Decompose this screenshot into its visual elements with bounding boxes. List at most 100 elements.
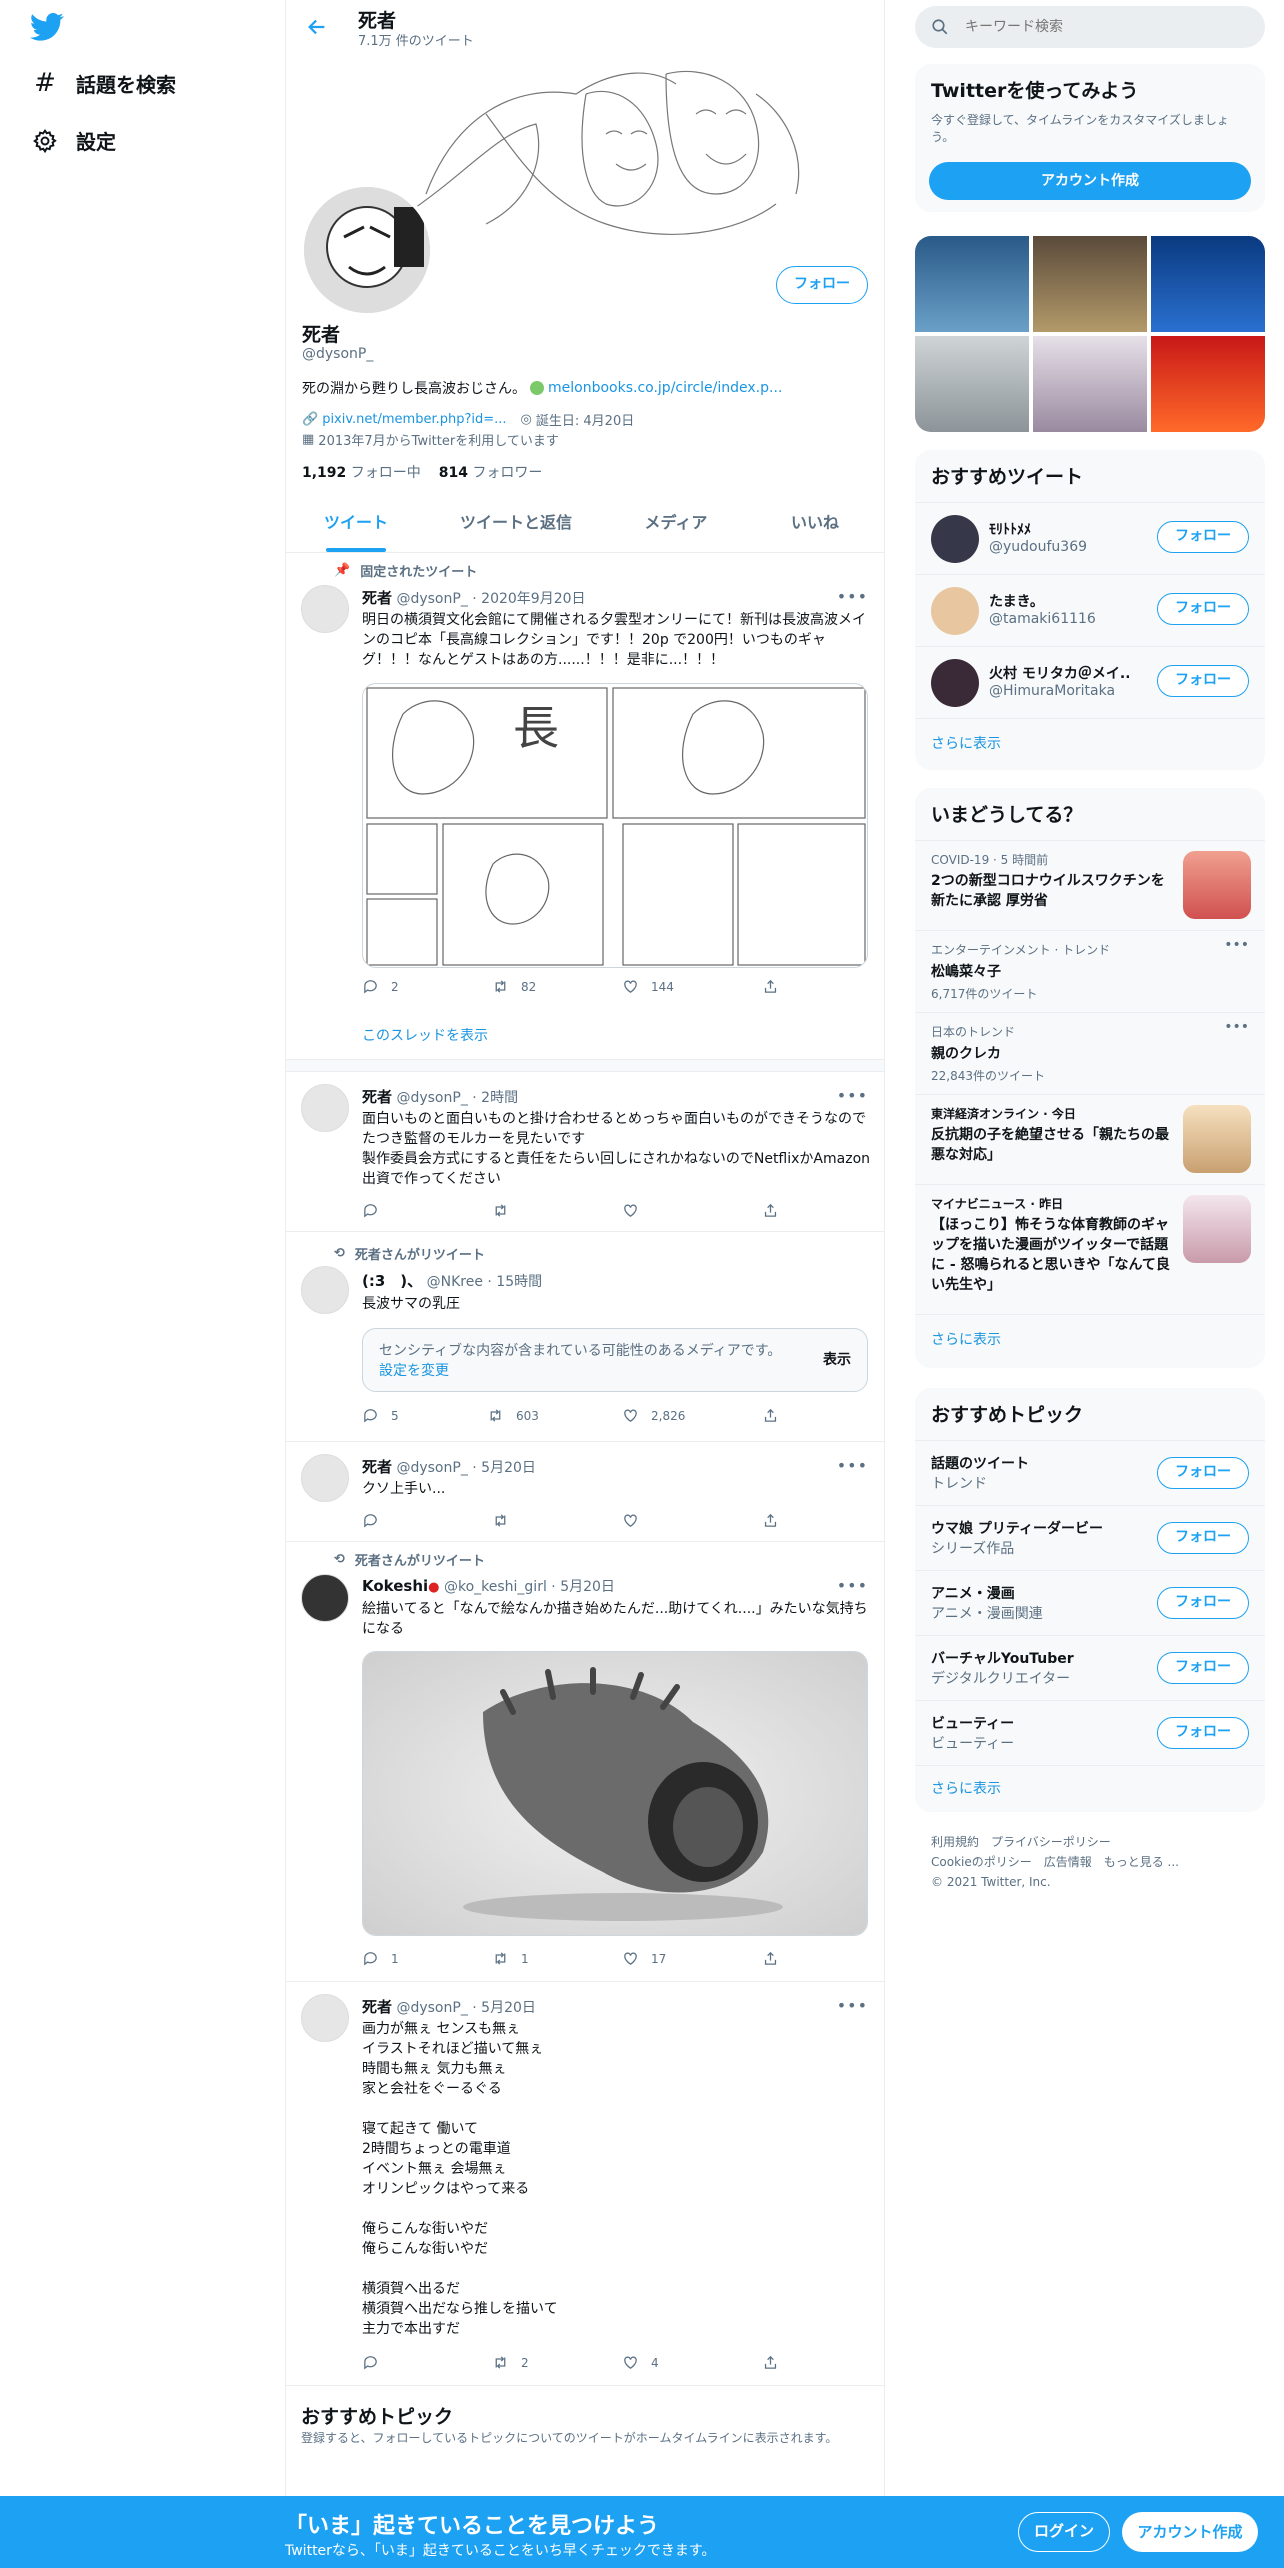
avatar[interactable] — [301, 1454, 349, 1502]
trend-item[interactable]: 東洋経済オンライン · 今日 反抗期の子を絶望させる「親たちの最悪な対応」 — [915, 1094, 1265, 1184]
tweet-item[interactable]: ⟲ 死者さんがリツイート (:3 )、 @NKree · 15時間 長波サマの乳圧… — [286, 1232, 884, 1442]
avatar[interactable] — [301, 1574, 349, 1622]
search-box[interactable] — [915, 6, 1265, 48]
follow-button[interactable]: フォロー — [1157, 1587, 1249, 1619]
media-thumb[interactable] — [915, 236, 1029, 332]
profile-avatar[interactable] — [300, 183, 434, 317]
avatar[interactable] — [931, 659, 979, 707]
follow-button[interactable]: フォロー — [1157, 1457, 1249, 1489]
followers-stat[interactable]: 814 フォロワー — [439, 462, 543, 482]
tweet-item[interactable]: 死者 @dysonP_ · 5月20日 ••• 画力が無ぇ センスも無ぇ イラス… — [286, 1982, 884, 2386]
trend-item[interactable]: 日本のトレンド 親のクレカ 22,843件のツイート ••• — [915, 1012, 1265, 1094]
tab-media[interactable]: メディア — [606, 498, 746, 552]
signup-button[interactable]: アカウント作成 — [1122, 2512, 1258, 2552]
avatar[interactable] — [301, 1994, 349, 2042]
share-button[interactable] — [762, 1202, 779, 1219]
like-button[interactable] — [622, 1202, 639, 1219]
tweet-image[interactable] — [362, 1651, 868, 1936]
media-thumb[interactable] — [1033, 336, 1147, 432]
reply-button[interactable]: 1 — [362, 1950, 399, 1967]
follow-button[interactable]: フォロー — [1157, 593, 1249, 625]
avatar[interactable] — [931, 515, 979, 563]
show-more-link[interactable]: さらに表示 — [915, 1765, 1265, 1812]
back-arrow-icon[interactable] — [306, 16, 328, 38]
twitter-logo-icon[interactable] — [30, 12, 64, 42]
more-icon[interactable]: ••• — [837, 1576, 868, 1595]
following-stat[interactable]: 1,192 フォロー中 — [302, 462, 421, 482]
topic-item[interactable]: アニメ・漫画 アニメ・漫画関連 フォロー — [915, 1570, 1265, 1635]
footer-links-row1[interactable]: 利用規約 プライバシーポリシー — [931, 1832, 1179, 1852]
more-icon[interactable]: ••• — [837, 1456, 868, 1475]
topic-item[interactable]: 話題のツイート トレンド フォロー — [915, 1440, 1265, 1505]
media-thumb[interactable] — [1033, 236, 1147, 332]
follow-button[interactable]: フォロー — [1157, 665, 1249, 697]
profile-follow-button[interactable]: フォロー — [776, 266, 868, 304]
show-more-link[interactable]: さらに表示 — [915, 718, 1265, 770]
avatar[interactable] — [301, 1266, 349, 1314]
nav-explore[interactable]: # 話題を検索 — [32, 68, 176, 98]
follow-suggestion[interactable]: 火村 モリタカ＠メイ... @HimuraMoritaka フォロー — [915, 646, 1265, 718]
create-account-button[interactable]: アカウント作成 — [929, 162, 1251, 200]
more-icon[interactable]: ••• — [1224, 1019, 1249, 1035]
retweet-button[interactable]: 2 — [492, 2354, 529, 2371]
like-button[interactable]: 144 — [622, 978, 674, 995]
more-icon[interactable]: ••• — [837, 1996, 868, 2015]
avatar[interactable] — [301, 1084, 349, 1132]
tweet-image[interactable]: 長 — [362, 683, 868, 968]
follow-suggestion[interactable]: ﾓﾘﾄﾄﾒﾒ @yudoufu369 フォロー — [915, 502, 1265, 574]
follow-button[interactable]: フォロー — [1157, 1717, 1249, 1749]
tweet-item[interactable]: 📌 固定されたツイート 死者 @dysonP_ · 2020年9月20日 ••• … — [286, 553, 884, 1060]
tweet-item[interactable]: 死者 @dysonP_ · 5月20日 ••• クソ上手い... — [286, 1442, 884, 1542]
topic-item[interactable]: バーチャルYouTuber デジタルクリエイター フォロー — [915, 1635, 1265, 1700]
reply-button[interactable]: 5 — [362, 1407, 399, 1424]
retweet-button[interactable]: 82 — [492, 978, 536, 995]
share-button[interactable] — [762, 1950, 779, 1967]
reply-button[interactable]: 2 — [362, 978, 399, 995]
tab-tweets-replies[interactable]: ツイートと返信 — [426, 498, 606, 552]
search-input[interactable] — [965, 16, 1245, 38]
avatar[interactable] — [931, 587, 979, 635]
tweet-item[interactable]: ⟲ 死者さんがリツイート Kokeshi● @ko_keshi_girl · 5月… — [286, 1542, 884, 1982]
share-button[interactable] — [762, 978, 779, 995]
topic-item[interactable]: ビューティー ビューティー フォロー — [915, 1700, 1265, 1765]
share-button[interactable] — [762, 1407, 779, 1424]
reply-button[interactable] — [362, 1512, 379, 1529]
media-thumb[interactable] — [915, 336, 1029, 432]
change-settings-link[interactable]: 設定を変更 — [379, 1363, 449, 1379]
retweet-button[interactable]: 603 — [487, 1407, 539, 1424]
share-button[interactable] — [762, 1512, 779, 1529]
retweet-button[interactable]: 1 — [492, 1950, 529, 1967]
topic-item[interactable]: ウマ娘 プリティーダービー シリーズ作品 フォロー — [915, 1505, 1265, 1570]
like-button[interactable]: 17 — [622, 1950, 666, 1967]
follow-button[interactable]: フォロー — [1157, 521, 1249, 553]
login-button[interactable]: ログイン — [1018, 2512, 1110, 2552]
like-button[interactable]: 2,826 — [622, 1407, 685, 1424]
more-icon[interactable]: ••• — [837, 1086, 868, 1105]
trend-item[interactable]: エンターテインメント · トレンド 松嶋菜々子 6,717件のツイート ••• — [915, 930, 1265, 1012]
show-media-button[interactable]: 表示 — [823, 1349, 851, 1369]
media-grid[interactable] — [915, 236, 1265, 432]
reply-button[interactable] — [362, 2354, 379, 2371]
reply-button[interactable] — [362, 1202, 379, 1219]
trend-item[interactable]: COVID-19 · 5 時間前 2つの新型コロナウイルスワクチンを新たに承認 … — [915, 840, 1265, 930]
show-more-link[interactable]: さらに表示 — [915, 1314, 1265, 1368]
footer-links-row2[interactable]: Cookieのポリシー 広告情報 もっと見る ... — [931, 1852, 1179, 1872]
avatar[interactable] — [301, 585, 349, 633]
tweet-item[interactable]: 死者 @dysonP_ · 2時間 ••• 面白いものと面白いものと掛け合わせる… — [286, 1072, 884, 1232]
tab-likes[interactable]: いいね — [746, 498, 884, 552]
follow-button[interactable]: フォロー — [1157, 1652, 1249, 1684]
share-button[interactable] — [762, 2354, 779, 2371]
bio-link[interactable]: melonbooks.co.jp/circle/index.p... — [548, 380, 782, 396]
media-thumb[interactable] — [1151, 236, 1265, 332]
media-thumb[interactable] — [1151, 336, 1265, 432]
retweet-button[interactable] — [492, 1512, 509, 1529]
follow-button[interactable]: フォロー — [1157, 1522, 1249, 1554]
follow-suggestion[interactable]: たまき。 @tamaki61116 フォロー — [915, 574, 1265, 646]
more-icon[interactable]: ••• — [1224, 937, 1249, 953]
show-thread-link[interactable]: このスレッドを表示 — [362, 1025, 488, 1045]
nav-settings[interactable]: 設定 — [32, 126, 116, 155]
like-button[interactable] — [622, 1512, 639, 1529]
more-icon[interactable]: ••• — [837, 587, 868, 606]
tab-tweets[interactable]: ツイート — [286, 498, 426, 552]
website-link[interactable]: pixiv.net/member.php?id=... — [322, 412, 506, 427]
